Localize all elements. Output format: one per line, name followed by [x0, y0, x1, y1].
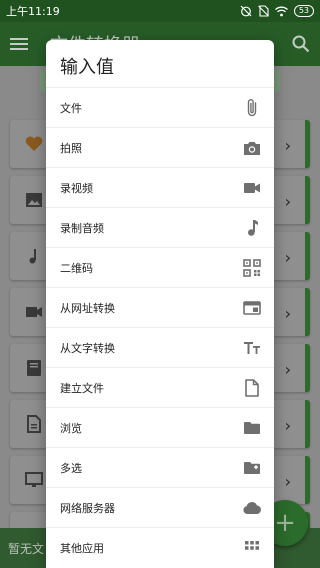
menu-item-convert-from-text[interactable]: 从文字转换: [46, 327, 274, 367]
new-file-icon: [242, 378, 262, 398]
plus-icon: +: [274, 508, 296, 538]
music-note-icon: [242, 218, 262, 238]
heart-icon: [25, 136, 43, 151]
menu-item-qr-code[interactable]: 二维码: [46, 247, 274, 287]
menu-item-label: 录视频: [60, 181, 93, 195]
status-icons: 53: [240, 5, 314, 17]
book-icon: [27, 360, 41, 376]
status-bar: 上午11:19 53: [0, 0, 320, 22]
videocam-icon: [26, 307, 42, 317]
menu-item-other-apps[interactable]: 其他应用: [46, 527, 274, 567]
menu-item-take-photo[interactable]: 拍照: [46, 127, 274, 167]
folder-icon: [242, 418, 262, 438]
chevron-right-icon: ›: [284, 192, 291, 211]
battery-indicator: 53: [293, 5, 314, 17]
input-source-menu: 文件 拍照 录视频 录制音频 二维码 从网址转换 从文字转换 建立文件 浏览 多…: [46, 87, 274, 567]
apps-grid-icon: [242, 538, 262, 558]
videocam-icon: [242, 178, 262, 198]
music-note-icon: [29, 249, 36, 264]
menu-item-label: 多选: [60, 461, 82, 475]
menu-item-label: 从文字转换: [60, 341, 115, 355]
dialog-title: 输入值: [60, 57, 114, 78]
sim-off-icon: [257, 5, 269, 17]
folder-add-icon: [242, 458, 262, 478]
alarm-off-icon: [240, 5, 252, 17]
search-icon[interactable]: [292, 35, 310, 53]
menu-item-label: 其他应用: [60, 541, 104, 555]
menu-item-browse[interactable]: 浏览: [46, 407, 274, 447]
chevron-right-icon: ›: [284, 136, 291, 155]
status-time: 上午11:19: [6, 5, 60, 18]
text-format-icon: [242, 338, 262, 358]
input-source-dialog: 输入值 文件 拍照 录视频 录制音频 二维码 从网址转换 从文字转换 建立文件 …: [46, 40, 274, 568]
menu-item-label: 网络服务器: [60, 501, 115, 515]
bottom-status-text: 暂无文: [8, 542, 45, 556]
document-icon: [27, 415, 41, 433]
chevron-right-icon: ›: [284, 248, 291, 267]
chevron-right-icon: ›: [284, 360, 291, 379]
menu-item-network-server[interactable]: 网络服务器: [46, 487, 274, 527]
web-window-icon: [242, 298, 262, 318]
menu-item-create-file[interactable]: 建立文件: [46, 367, 274, 407]
menu-item-label: 浏览: [60, 421, 82, 435]
cloud-icon: [242, 498, 262, 518]
menu-item-multi-select[interactable]: 多选: [46, 447, 274, 487]
menu-item-label: 拍照: [60, 141, 82, 155]
chevron-right-icon: ›: [284, 472, 291, 491]
monitor-icon: [25, 472, 43, 487]
camera-icon: [242, 138, 262, 158]
chevron-right-icon: ›: [284, 416, 291, 435]
menu-item-label: 录制音频: [60, 221, 104, 235]
chevron-right-icon: ›: [284, 304, 291, 323]
menu-icon[interactable]: [10, 37, 28, 51]
wifi-icon: [274, 6, 288, 16]
image-icon: [26, 193, 42, 207]
menu-item-label: 建立文件: [60, 381, 104, 395]
qr-code-icon: [242, 258, 262, 278]
menu-item-file[interactable]: 文件: [46, 87, 274, 127]
menu-item-label: 二维码: [60, 261, 93, 275]
menu-item-label: 从网址转换: [60, 301, 115, 315]
menu-item-record-audio[interactable]: 录制音频: [46, 207, 274, 247]
paperclip-icon: [242, 98, 262, 118]
menu-item-record-video[interactable]: 录视频: [46, 167, 274, 207]
menu-item-convert-from-url[interactable]: 从网址转换: [46, 287, 274, 327]
menu-item-label: 文件: [60, 101, 82, 115]
